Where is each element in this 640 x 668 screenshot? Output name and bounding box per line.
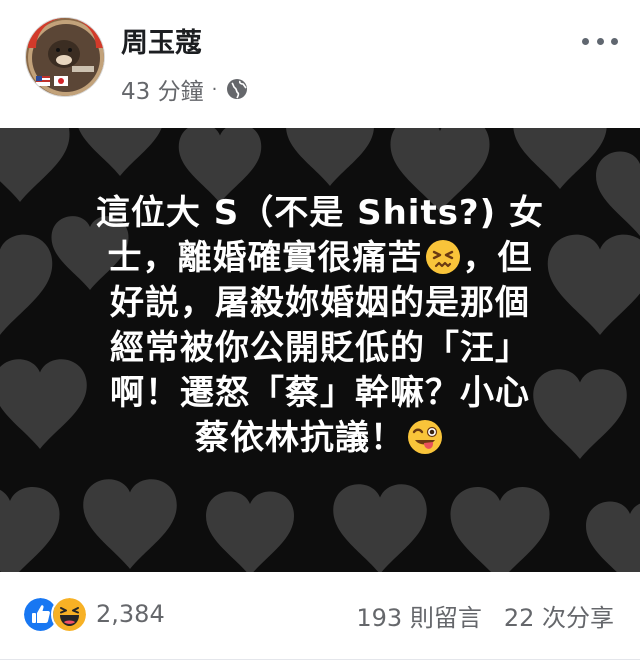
avatar-image [26,18,104,96]
more-dot [611,37,618,45]
image-text-segment: ，但 [462,238,533,278]
haha-icon [51,595,88,633]
engagement-stats: 193 則留言 22 次分享 [356,598,614,633]
divider [0,659,640,660]
image-text-segment: 士，離婚確實很痛苦 [107,238,423,278]
more-dot [596,37,604,45]
more-dot [582,37,589,45]
image-text-line: 啊！遷怒「蔡」幹嘛？小心 [110,373,530,413]
image-text-line: 經常被你公開貶低的「汪」 [110,328,530,368]
persevering-face-emoji [425,240,460,274]
reactions-summary[interactable]: 2,384 [22,595,165,633]
shares-count[interactable]: 22 次分享 [504,598,614,633]
globe-icon[interactable] [225,77,249,101]
post-footer: 2,384 193 則留言 22 次分享 [0,572,640,668]
image-text-line: 這位大 S（不是 Shits?) 女 [95,193,545,233]
post-image[interactable]: 這位大 S（不是 Shits?) 女 士，離婚確實很痛苦 ，但 好説，屠殺妳婚姻… [0,128,640,572]
meta-separator: · [211,78,218,100]
more-options-icon[interactable] [582,31,618,51]
reaction-count[interactable]: 2,384 [96,600,165,628]
image-text: 這位大 S（不是 Shits?) 女 士，離婚確實很痛苦 ，但 好説，屠殺妳婚姻… [60,191,580,461]
image-text-line: 好説，屠殺妳婚姻的是那個 [110,283,530,323]
image-text-line: 士，離婚確實很痛苦 ，但 [60,236,580,281]
image-text-line: 蔡依林抗議！ [60,416,580,461]
comments-count[interactable]: 193 則留言 [356,598,481,633]
post-header: 周玉蔻 43 分鐘 · [0,0,640,128]
post-timestamp[interactable]: 43 分鐘 [121,72,204,106]
winking-tongue-face-emoji [408,420,442,454]
image-text-segment: 蔡依林抗議！ [195,418,405,458]
facebook-post: 周玉蔻 43 分鐘 · 這位大 S（不是 Shits?) 女 士，離婚確實很痛苦… [0,0,640,668]
author-name[interactable]: 周玉蔻 [121,28,202,60]
post-meta: 43 分鐘 · [121,72,249,106]
author-avatar[interactable] [25,17,105,97]
